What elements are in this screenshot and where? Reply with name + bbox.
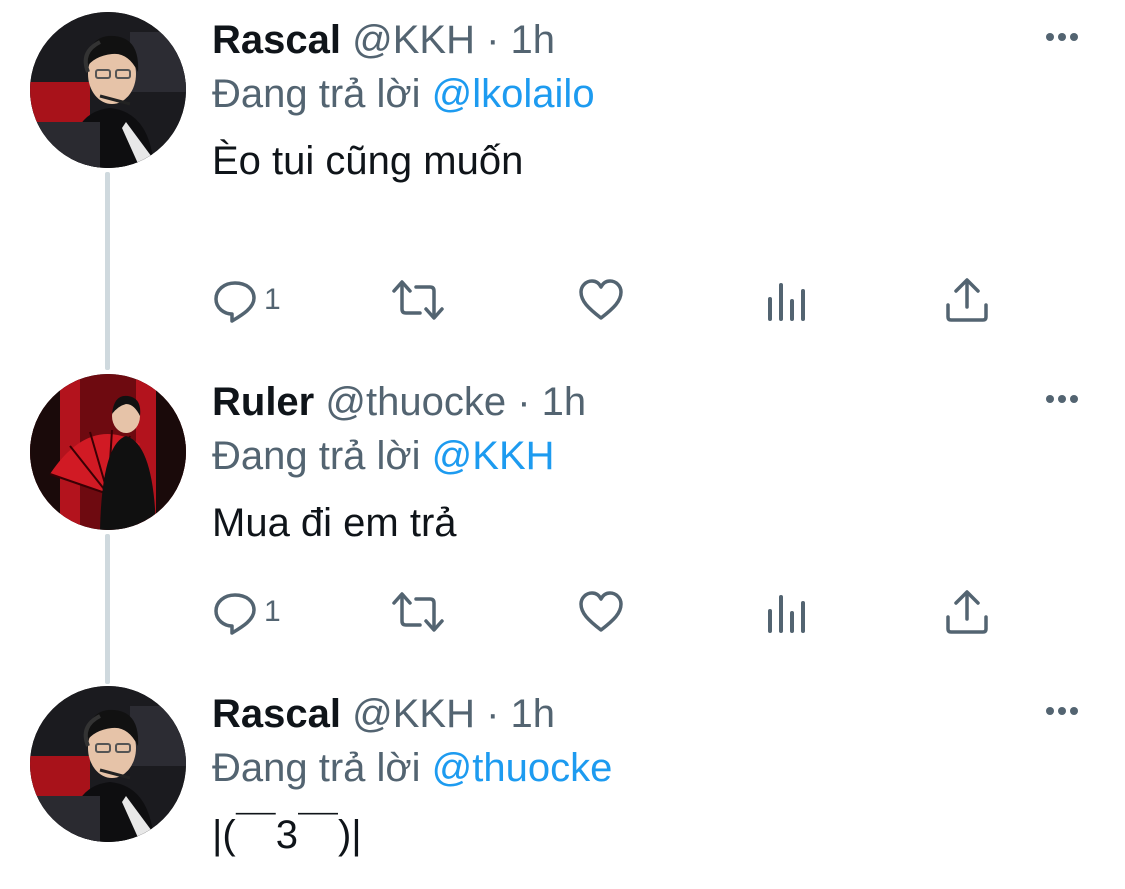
analytics-icon xyxy=(768,595,805,633)
timestamp[interactable]: 1h xyxy=(511,692,556,736)
rascal-avatar-image xyxy=(30,12,186,168)
timestamp[interactable]: 1h xyxy=(542,380,587,424)
tweet-header: Rascal @KKH · 1h xyxy=(212,18,555,62)
timestamp[interactable]: 1h xyxy=(511,18,556,62)
analytics-icon xyxy=(768,283,805,321)
tweet-header: Ruler @thuocke · 1h xyxy=(212,380,586,424)
tweet-text: Èo tui cũng muốn xyxy=(212,139,524,183)
retweet-icon xyxy=(392,592,444,632)
user-handle[interactable]: @KKH xyxy=(352,18,475,62)
views-button[interactable] xyxy=(764,272,810,328)
share-button[interactable] xyxy=(944,584,990,640)
replying-to: Đang trả lời @KKH xyxy=(212,434,555,478)
share-icon xyxy=(946,590,988,634)
reply-icon xyxy=(214,593,256,635)
tweet-text: Mua đi em trả xyxy=(212,501,457,545)
tweet[interactable]: Rascal @KKH · 1h Đang trả lời @thuocke |… xyxy=(0,674,1125,889)
rascal-avatar-image xyxy=(30,686,186,842)
reply-count: 1 xyxy=(264,283,281,316)
tweet-actions: 1 xyxy=(212,584,1012,644)
separator: · xyxy=(486,18,500,62)
reply-button[interactable]: 1 xyxy=(212,584,281,640)
replying-to-label: Đang trả lời xyxy=(212,746,421,790)
display-name[interactable]: Ruler xyxy=(212,380,314,424)
replying-to-mention[interactable]: @KKH xyxy=(432,434,555,478)
replying-to: Đang trả lời @lkolailo xyxy=(212,72,595,116)
reply-icon xyxy=(214,281,256,323)
share-icon xyxy=(946,278,988,322)
tweet-text: |(￣3￣)| xyxy=(212,813,362,857)
tweet[interactable]: Rascal @KKH · 1h Đang trả lời @lkolailo … xyxy=(0,0,1125,360)
display-name[interactable]: Rascal xyxy=(212,692,341,736)
replying-to-mention[interactable]: @thuocke xyxy=(432,746,613,790)
heart-icon xyxy=(579,279,623,320)
tweet-actions: 1 xyxy=(212,272,1012,332)
more-icon[interactable] xyxy=(1040,22,1084,52)
share-button[interactable] xyxy=(944,272,990,328)
more-icon[interactable] xyxy=(1040,384,1084,414)
tweet[interactable]: Ruler @thuocke · 1h Đang trả lời @KKH Mu… xyxy=(0,362,1125,672)
views-button[interactable] xyxy=(764,584,810,640)
separator: · xyxy=(486,692,500,736)
replying-to-mention[interactable]: @lkolailo xyxy=(432,72,595,116)
replying-to: Đang trả lời @thuocke xyxy=(212,746,612,790)
like-button[interactable] xyxy=(578,272,624,328)
like-button[interactable] xyxy=(578,584,624,640)
heart-icon xyxy=(579,591,623,632)
avatar[interactable] xyxy=(30,374,186,530)
user-handle[interactable]: @thuocke xyxy=(325,380,506,424)
retweet-button[interactable] xyxy=(390,584,446,640)
avatar[interactable] xyxy=(30,686,186,842)
more-icon[interactable] xyxy=(1040,696,1084,726)
separator: · xyxy=(517,380,531,424)
display-name[interactable]: Rascal xyxy=(212,18,341,62)
ruler-avatar-image xyxy=(30,374,186,530)
reply-button[interactable]: 1 xyxy=(212,272,281,328)
retweet-icon xyxy=(392,280,444,320)
retweet-button[interactable] xyxy=(390,272,446,328)
replying-to-label: Đang trả lời xyxy=(212,434,421,478)
replying-to-label: Đang trả lời xyxy=(212,72,421,116)
reply-count: 1 xyxy=(264,595,281,628)
user-handle[interactable]: @KKH xyxy=(352,692,475,736)
tweet-header: Rascal @KKH · 1h xyxy=(212,692,555,736)
avatar[interactable] xyxy=(30,12,186,168)
